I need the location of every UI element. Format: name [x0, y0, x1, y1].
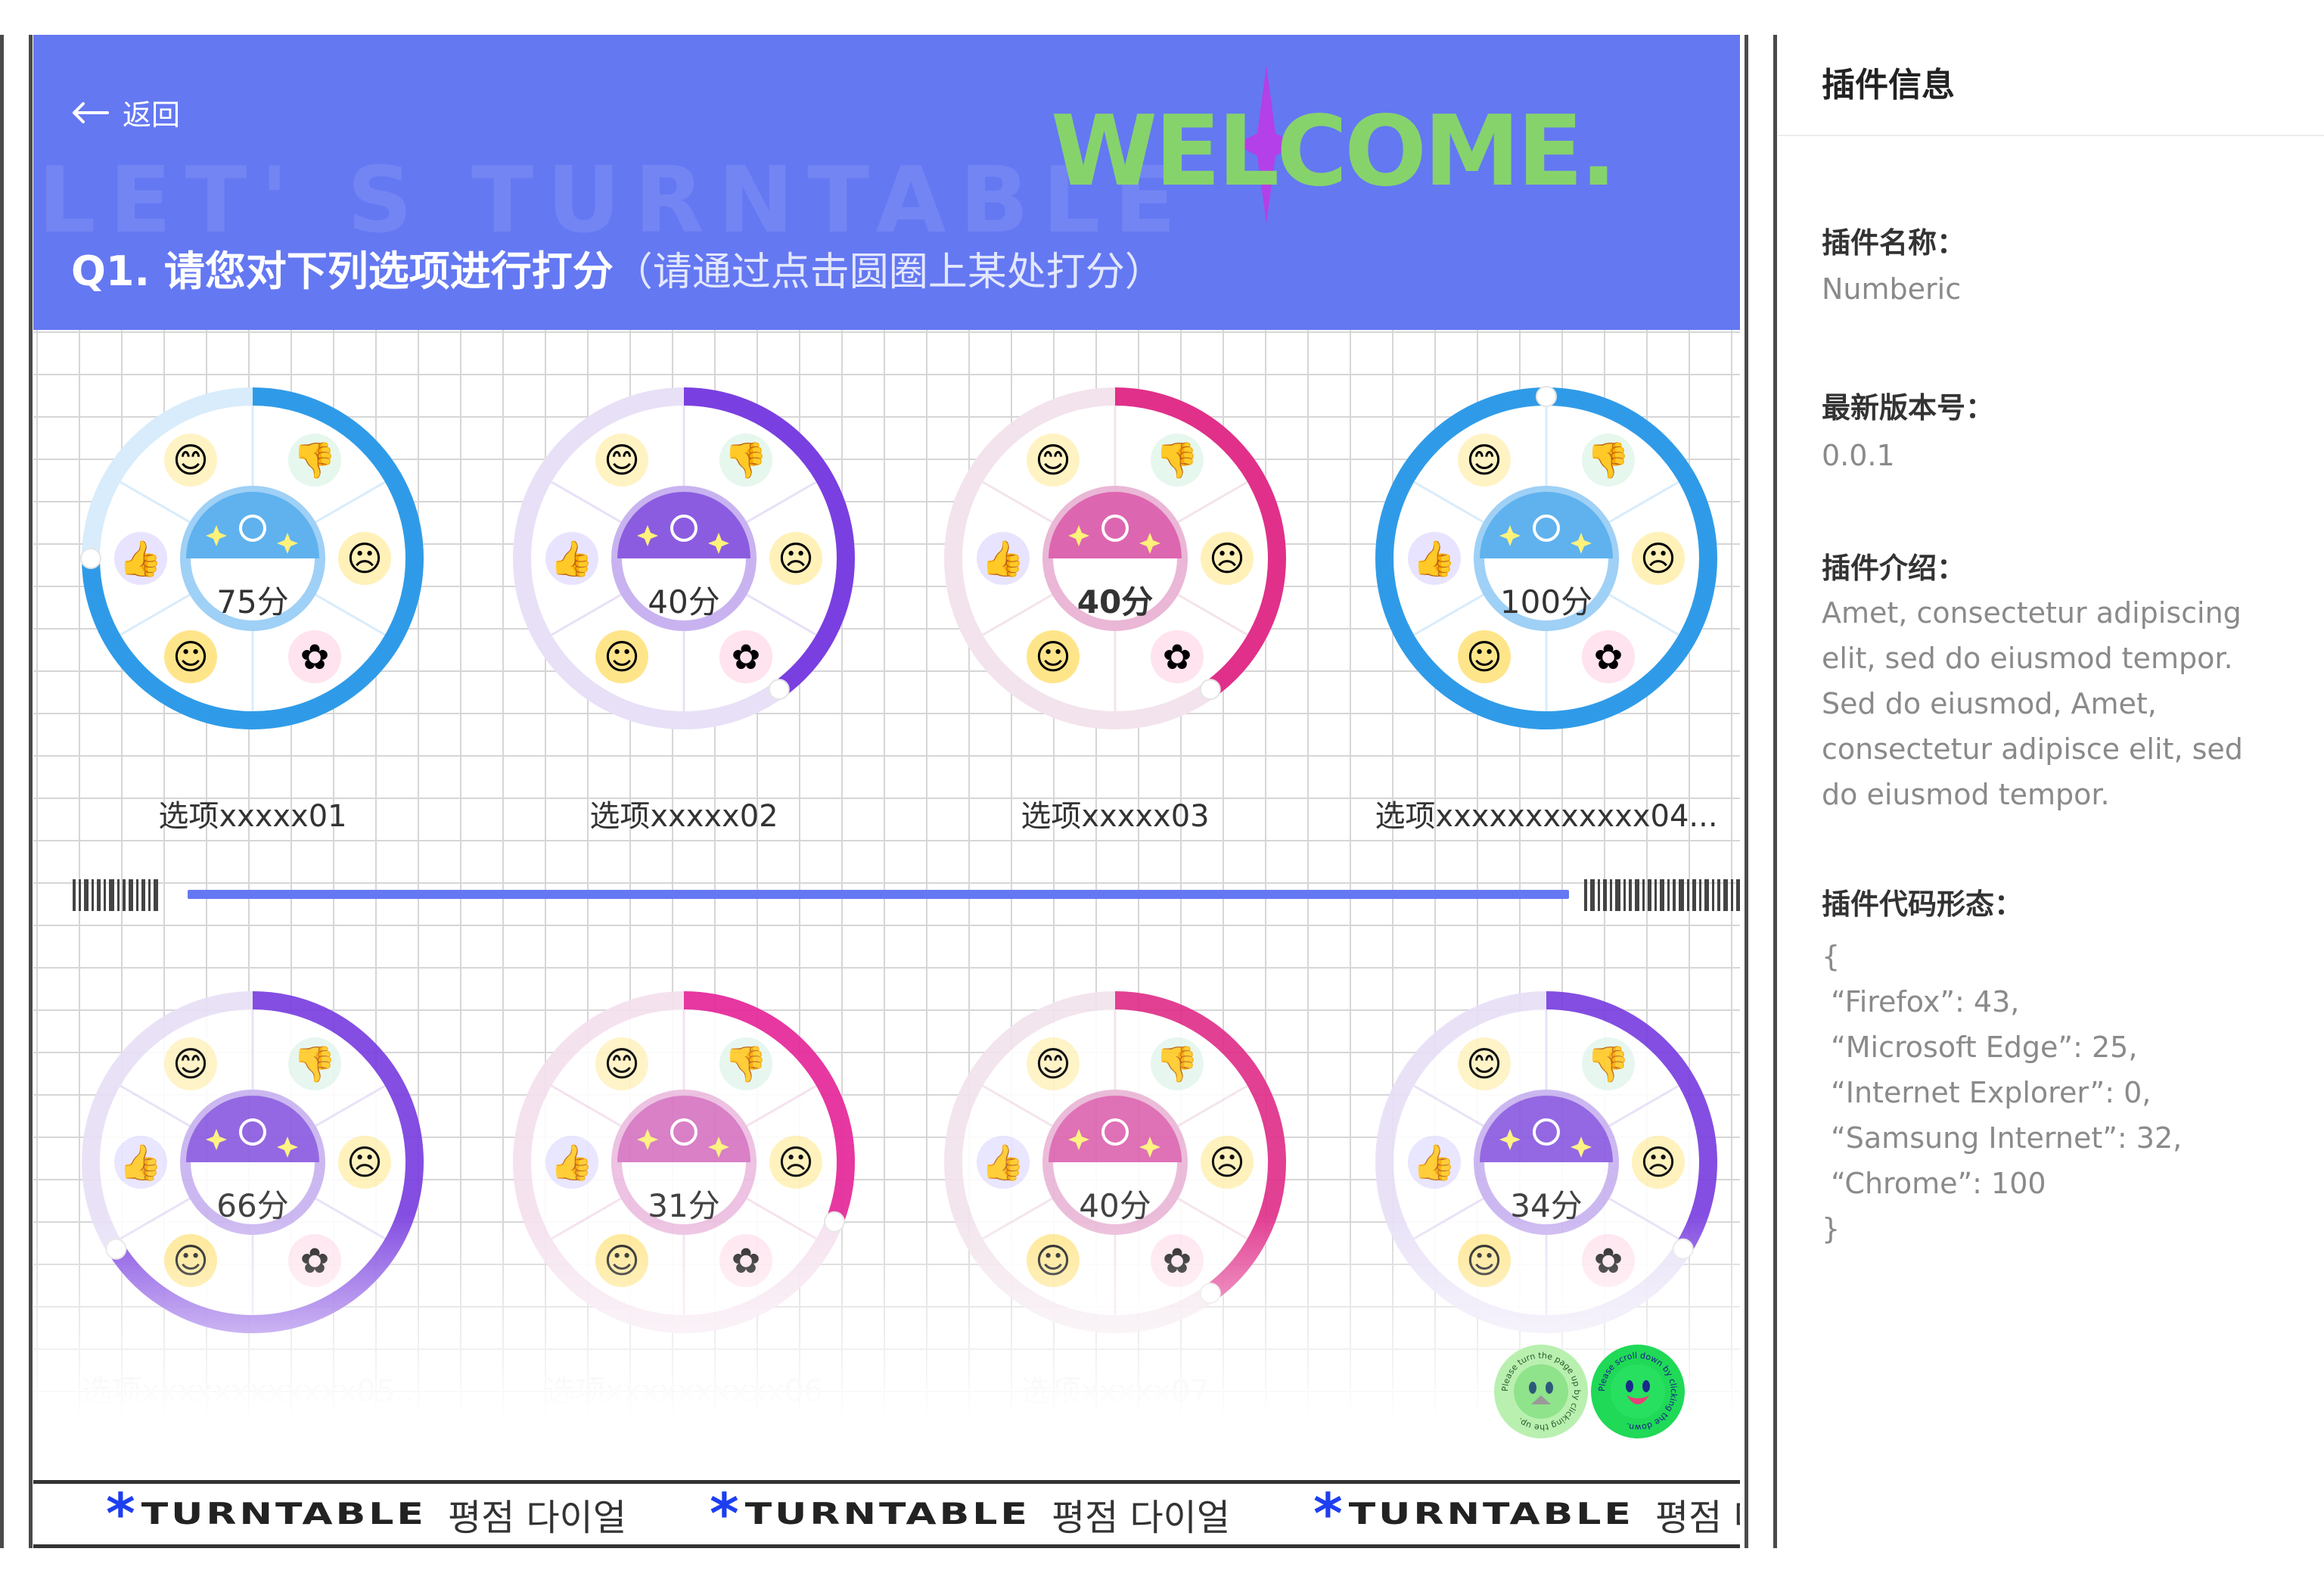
- code-line: “Internet Explorer”: 0,: [1822, 1076, 2152, 1109]
- marquee-korean: 평점 다이얼: [447, 1497, 626, 1539]
- dial-score: 40分: [648, 583, 720, 620]
- thumbs-down-icon[interactable]: 👎: [288, 434, 341, 487]
- thumbs-down-icon[interactable]: 👎: [1151, 1037, 1204, 1090]
- dial-score: 40分: [1077, 583, 1154, 620]
- arrow-left-icon: [73, 101, 109, 123]
- code-line: “Firefox”: 43,: [1822, 985, 2020, 1018]
- asterisk-icon: *: [106, 1482, 135, 1547]
- heart-face-icon[interactable]: 😊: [1027, 434, 1080, 487]
- code-line: }: [1822, 1212, 1841, 1245]
- barcode-left-icon: [73, 879, 158, 911]
- heart-face-icon[interactable]: 😊: [1458, 1037, 1511, 1090]
- code-line: “Samsung Internet”: 32,: [1822, 1121, 2183, 1155]
- dial-score: 75分: [216, 583, 289, 620]
- marquee-korean: 평점 다이얼: [1654, 1497, 1740, 1539]
- marquee-banner: * TURNTABLE 평점 다이얼 * TURNTABLE 평점 다이얼 * TURNTAB…: [33, 1480, 1740, 1548]
- plugin-code-block: { “Firefox”: 43, “Microsoft Edge”: 25, “…: [1822, 934, 2182, 1252]
- heart-face-icon[interactable]: 😊: [164, 434, 217, 487]
- plugin-code-label: 插件代码形态：: [1822, 888, 2024, 921]
- smile-face-icon[interactable]: ☺: [164, 630, 217, 683]
- rating-dial[interactable]: 😊 👎 ☹ ✿ ☺ 👍 100分: [1372, 384, 1720, 732]
- scroll-up-sticker[interactable]: Please turn the page up by clicking the …: [1493, 1344, 1589, 1439]
- scroll-down-sticker[interactable]: Please scroll down by clicking the down.: [1590, 1344, 1686, 1439]
- smile-face-icon[interactable]: ☺: [1027, 630, 1080, 683]
- thumbs-down-icon[interactable]: 👎: [719, 1037, 772, 1090]
- marquee-segment: *TURNTABLE 평점 다이얼: [710, 1484, 1230, 1544]
- marquee-korean: 평점 다이얼: [1051, 1497, 1230, 1539]
- code-line: {: [1822, 940, 1841, 973]
- bottom-fade-overlay: [33, 1215, 1740, 1488]
- smile-face-icon[interactable]: ☺: [595, 630, 648, 683]
- device-frame: LET' S TURNTABLE WELCOME. 返回 Q1. 请您对下列选项…: [0, 35, 1778, 1548]
- smile-face-icon[interactable]: ☺: [1458, 630, 1511, 683]
- question-title: Q1. 请您对下列选项进行打分（请通过点击圆圈上某处打分）: [71, 238, 1164, 297]
- option-label: 选项xxxxxxxxxxxx04...: [1375, 799, 1718, 834]
- option-label: 选项xxxxx02: [589, 799, 778, 834]
- code-line: “Chrome”: 100: [1822, 1167, 2046, 1200]
- plugin-intro-value: Amet, consectetur adipiscing elit, sed d…: [1822, 596, 2243, 811]
- heart-face-icon[interactable]: 😊: [1027, 1037, 1080, 1090]
- dial-handle[interactable]: [1536, 386, 1557, 407]
- dial-handle[interactable]: [1199, 679, 1221, 701]
- thumbs-down-icon[interactable]: 👎: [1582, 1037, 1635, 1090]
- asterisk-icon: *: [1313, 1482, 1343, 1547]
- back-button[interactable]: 返回: [71, 92, 180, 133]
- plugin-version-label: 最新版本号：: [1822, 391, 1995, 424]
- rating-dial[interactable]: 😊👎☹✿☺👍40分: [510, 384, 858, 732]
- thumbs-down-icon[interactable]: 👎: [1582, 434, 1635, 487]
- marquee-word: TURNTABLE: [1348, 1497, 1634, 1531]
- header-banner: LET' S TURNTABLE WELCOME. 返回 Q1. 请您对下列选项…: [33, 35, 1740, 330]
- marquee-segment: *TURNTABLE 평점 다이얼: [1313, 1484, 1740, 1544]
- dial-score: 100分: [1499, 583, 1593, 620]
- plugin-info-panel: 插件信息 插件名称： Numberic 最新版本号： 0.0.1 插件介绍： A…: [1778, 0, 2324, 1589]
- plugin-intro-label: 插件介绍：: [1822, 552, 1966, 585]
- rating-dial[interactable]: 😊 👎 ☹ ✿ ☺ 👍 75分: [79, 384, 427, 732]
- frame-left-inner-edge: [29, 35, 33, 1548]
- heart-face-icon[interactable]: 😊: [1458, 434, 1511, 487]
- flower-icon[interactable]: ✿: [1582, 630, 1635, 683]
- heart-face-icon[interactable]: 😊: [595, 434, 648, 487]
- back-label: 返回: [123, 98, 181, 132]
- dial-handle[interactable]: [768, 679, 790, 701]
- panel-title: 插件信息: [1822, 66, 1955, 104]
- thumbs-down-icon[interactable]: 👎: [719, 434, 772, 487]
- flower-icon[interactable]: ✿: [719, 630, 772, 683]
- option-label: 选项xxxxx01: [158, 799, 347, 834]
- dial-handle[interactable]: [80, 548, 101, 569]
- frame-right-inner-edge: [1745, 35, 1748, 1548]
- heart-face-icon[interactable]: 😊: [164, 1037, 217, 1090]
- asterisk-icon: *: [710, 1482, 739, 1547]
- thumbs-down-icon[interactable]: 👎: [288, 1037, 341, 1090]
- flower-icon[interactable]: ✿: [288, 630, 341, 683]
- question-hint: （请通过点击圆圈上某处打分）: [613, 250, 1164, 295]
- plugin-name-label: 插件名称：: [1822, 226, 1966, 260]
- section-divider: [188, 890, 1569, 899]
- heart-face-icon[interactable]: 😊: [595, 1037, 648, 1090]
- frame-left-edge: [0, 35, 4, 1548]
- plugin-version-value: 0.0.1: [1822, 439, 1895, 472]
- flower-icon[interactable]: ✿: [1151, 630, 1204, 683]
- marquee-word: TURNTABLE: [744, 1497, 1030, 1531]
- thumbs-down-icon[interactable]: 👎: [1151, 434, 1204, 487]
- plugin-name-value: Numberic: [1822, 272, 1962, 306]
- panel-divider: [1778, 135, 2324, 136]
- code-line: “Microsoft Edge”: 25,: [1822, 1031, 2138, 1064]
- question-main: Q1. 请您对下列选项进行打分: [71, 247, 614, 295]
- marquee-segment: *TURNTABLE 평점 다이얼: [106, 1484, 626, 1544]
- marquee-word: TURNTABLE: [141, 1497, 427, 1531]
- barcode-right-icon: [1584, 879, 1740, 911]
- option-label: 选项xxxxx03: [1021, 799, 1210, 834]
- welcome-title: WELCOME.: [1051, 95, 1617, 208]
- rating-dial[interactable]: 😊👎☹✿☺👍40分: [941, 384, 1289, 732]
- frame-right-edge: [1773, 35, 1777, 1548]
- survey-screen: LET' S TURNTABLE WELCOME. 返回 Q1. 请您对下列选项…: [33, 35, 1740, 1548]
